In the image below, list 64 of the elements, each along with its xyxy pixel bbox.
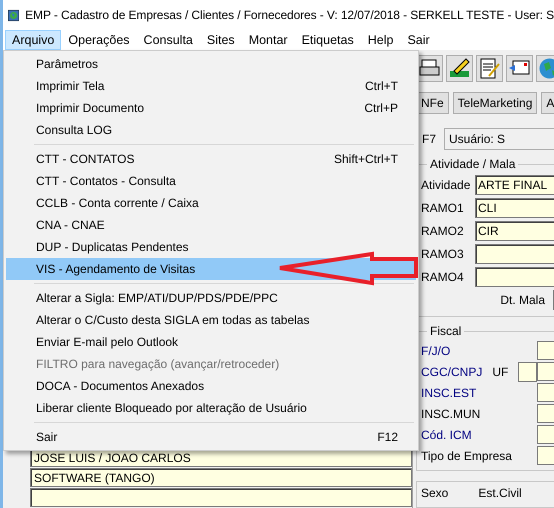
menu-item[interactable]: Alterar a Sigla: EMP/ATI/DUP/PDS/PDE/PPC — [6, 287, 416, 309]
text-field[interactable]: CLI — [475, 198, 554, 218]
text-field[interactable] — [475, 266, 554, 286]
pencil-icon[interactable] — [446, 55, 473, 82]
toolbar-button[interactable]: NFe — [416, 92, 449, 114]
text-field[interactable] — [30, 488, 412, 507]
field-label: Cód. ICM — [421, 428, 472, 442]
menu-bar-item[interactable]: Sair — [400, 30, 437, 50]
field-label: INSC.MUN — [421, 406, 480, 420]
field-label: F/J/O — [421, 344, 450, 358]
field-label: RAMO2 — [421, 224, 465, 238]
menu-item[interactable]: DUP - Duplicatas Pendentes — [6, 236, 416, 258]
field-label: RAMO1 — [421, 200, 465, 214]
text-field[interactable]: SOFTWARE (TANGO) — [30, 468, 412, 487]
toolbar-button[interactable]: TeleMarketing — [452, 92, 538, 114]
menu-bar-item[interactable]: Etiquetas — [294, 30, 361, 50]
text-field[interactable]: ARTE FINAL — [475, 174, 554, 194]
menu-item[interactable]: Liberar cliente Bloqueado por alteração de Usuário — [6, 397, 416, 419]
window-title: EMP - Cadastro de Empresas / Clientes / Fornecedores - V: 12/07/2018 - SERKELL TESTE - User: S — [25, 8, 554, 22]
menu-bar-item[interactable]: Arquivo — [5, 30, 62, 50]
menu-bar-item[interactable]: Help — [360, 30, 400, 50]
mail-icon[interactable] — [506, 55, 533, 82]
field-label: UF — [492, 364, 508, 378]
user-field: Usuário: S — [444, 128, 554, 150]
menu-item[interactable]: DOCA - Documentos Anexados — [6, 375, 416, 397]
menu-bar-item[interactable]: Montar — [242, 30, 295, 50]
menu-bar-item[interactable]: Sites — [200, 30, 242, 50]
menu-item[interactable]: Parâmetros — [6, 53, 416, 75]
text-field[interactable] — [537, 383, 554, 402]
uf-field[interactable] — [518, 362, 537, 382]
text-field[interactable] — [537, 341, 554, 360]
menu-item[interactable]: Consulta LOG — [6, 119, 416, 141]
menu-item[interactable]: Sair F12 — [6, 426, 416, 448]
field-label: Tipo de Empresa — [421, 448, 512, 462]
menu-bar-item[interactable]: Operações — [61, 30, 137, 50]
menu-item[interactable]: CCLB - Conta corrente / Caixa — [6, 192, 416, 214]
menu-item[interactable]: CNA - CNAE — [6, 214, 416, 236]
field-label: RAMO4 — [421, 270, 465, 284]
shortcut-label: F7 — [422, 132, 436, 146]
text-field[interactable]: CIR — [475, 220, 554, 240]
text-field[interactable] — [475, 244, 554, 264]
group-title: Atividade / Mala — [427, 157, 518, 171]
menu-item[interactable]: Alterar o C/Custo desta SIGLA em todas as tabelas — [6, 309, 416, 331]
group-title: Fiscal — [427, 324, 464, 338]
menu-item[interactable]: Imprimir Tela Ctrl+T — [6, 75, 416, 97]
field-label: RAMO3 — [421, 246, 465, 260]
text-field[interactable] — [537, 425, 554, 444]
menu-item[interactable]: Imprimir Documento Ctrl+P — [6, 97, 416, 119]
field-label: Atividade — [421, 178, 472, 192]
field-label: CGC/CNPJ — [421, 364, 482, 378]
menu-item[interactable]: CTT - Contatos - Consulta — [6, 170, 416, 192]
field-label: INSC.EST — [421, 386, 476, 400]
toolbar-button[interactable]: A — [541, 92, 554, 114]
field-label: Sexo — [421, 486, 448, 502]
menu-bar-item[interactable]: Consulta — [136, 30, 200, 50]
document-pen-icon[interactable] — [476, 55, 503, 82]
text-field[interactable] — [537, 404, 554, 423]
text-field[interactable] — [537, 362, 554, 381]
menu-item[interactable]: Enviar E-mail pelo Outlook — [6, 331, 416, 353]
text-field[interactable] — [537, 446, 554, 465]
menu-item[interactable]: CTT - CONTATOS Shift+Ctrl+T — [6, 148, 416, 170]
field-label: Est.Civil — [478, 486, 522, 502]
menu-item[interactable]: VIS - Agendamento de Visitas — [6, 258, 416, 280]
field-label: Dt. Mala — [500, 293, 545, 307]
